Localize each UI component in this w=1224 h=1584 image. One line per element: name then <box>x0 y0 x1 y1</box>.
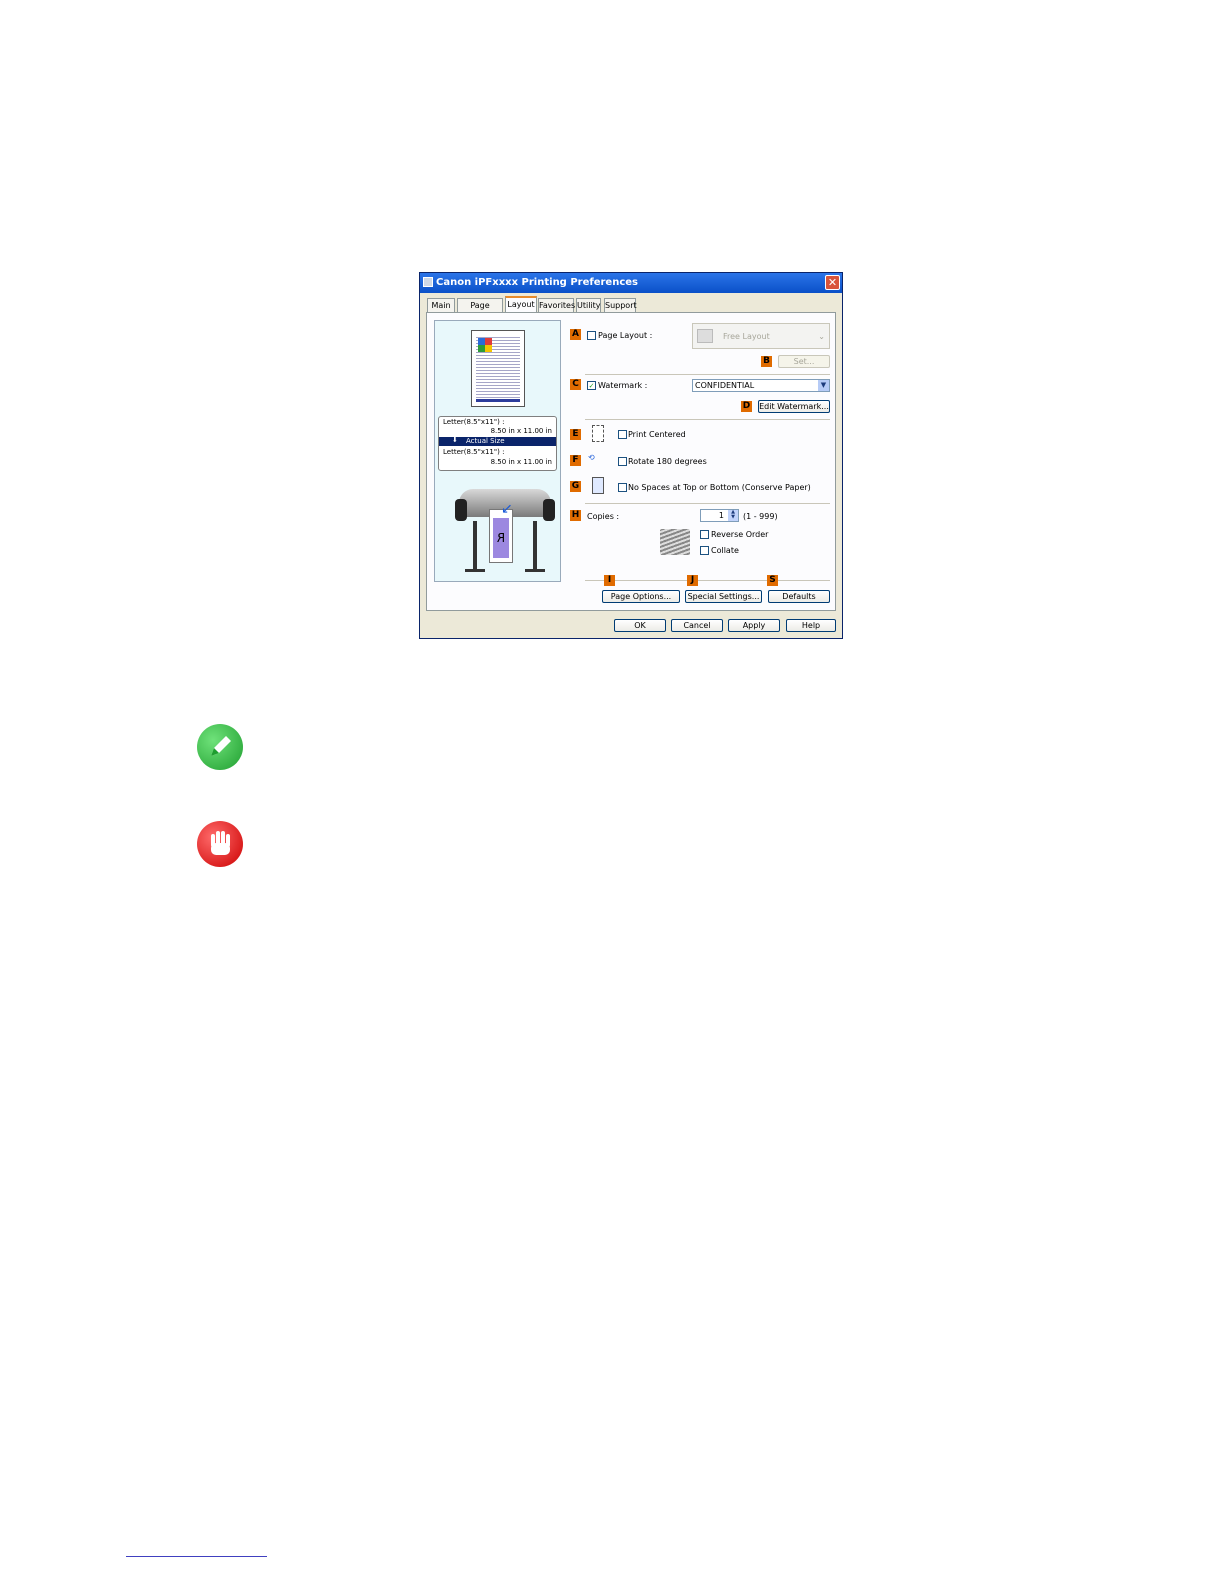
stacked-pages-icon <box>660 529 690 555</box>
marker-e: E <box>570 429 581 440</box>
tab-support[interactable]: Support <box>604 298 637 312</box>
print-centered-icon <box>592 425 604 442</box>
printer-foot-left <box>465 569 485 572</box>
dialog-title: Canon iPFxxxx Printing Preferences <box>436 277 638 288</box>
layout-thumb-icon <box>697 329 713 343</box>
printer-icon <box>423 277 433 287</box>
printer-left-end <box>455 499 467 521</box>
reverse-order-label: Reverse Order <box>711 530 769 539</box>
hand-glyph <box>211 831 230 855</box>
image-placeholder-icon <box>478 338 492 352</box>
cancel-button[interactable]: Cancel <box>671 619 723 632</box>
page-thumbnail <box>471 330 525 407</box>
separator <box>585 503 830 504</box>
marker-f: F <box>570 455 581 466</box>
edit-watermark-button[interactable]: Edit Watermark... <box>758 400 830 413</box>
separator <box>585 580 830 581</box>
scaling-bar: ⬇ Actual Size <box>439 436 556 446</box>
watermark-value: CONFIDENTIAL <box>695 381 755 390</box>
marker-a: A <box>570 329 581 340</box>
defaults-button[interactable]: Defaults <box>768 590 830 603</box>
help-button[interactable]: Help <box>786 619 836 632</box>
tab-layout[interactable]: Layout <box>505 296 537 313</box>
page-layout-select[interactable]: Free Layout ⌄ <box>692 323 830 349</box>
marker-d: D <box>741 401 752 412</box>
marker-b: B <box>761 356 772 367</box>
collate-checkbox[interactable] <box>700 546 709 555</box>
original-dims: 8.50 in x 11.00 in <box>490 427 552 435</box>
size-info-box: Letter(8.5"x11") : 8.50 in x 11.00 in ⬇ … <box>438 416 557 471</box>
collate-label: Collate <box>711 546 739 555</box>
printer-illustration: R ↙ <box>453 481 555 581</box>
copies-spinner[interactable]: 1 ▲ ▼ <box>700 509 739 522</box>
ok-button[interactable]: OK <box>614 619 666 632</box>
apply-button[interactable]: Apply <box>728 619 780 632</box>
marker-i: I <box>604 575 615 586</box>
page-layout-value: Free Layout <box>723 332 770 341</box>
tab-page-setup[interactable]: Page Setup <box>457 298 503 323</box>
set-button[interactable]: Set... <box>778 355 830 368</box>
chevron-down-icon: ▼ <box>818 380 829 391</box>
printer-leg-right <box>533 521 537 571</box>
rotate-icon: ⟲ <box>588 453 595 462</box>
copies-range: (1 - 999) <box>743 512 778 521</box>
print-centered-checkbox[interactable] <box>618 430 627 439</box>
separator <box>585 374 830 375</box>
original-size-label: Letter(8.5"x11") : <box>443 418 505 426</box>
reverse-order-checkbox[interactable] <box>700 530 709 539</box>
no-spaces-label: No Spaces at Top or Bottom (Conserve Pap… <box>628 483 811 492</box>
rotate-label: Rotate 180 degrees <box>628 457 707 466</box>
marker-g: G <box>570 481 581 492</box>
no-spaces-checkbox[interactable] <box>618 483 627 492</box>
marker-s: S <box>767 575 778 586</box>
footer-link[interactable] <box>126 1556 267 1557</box>
watermark-label: Watermark : <box>598 381 648 390</box>
paper-output: R <box>489 509 513 563</box>
tab-utility[interactable]: Utility <box>576 298 601 312</box>
output-size-label: Letter(8.5"x11") : <box>443 448 505 456</box>
printer-foot-right <box>525 569 545 572</box>
watermark-checkbox[interactable]: ✓ <box>587 381 596 390</box>
chevron-down-icon: ⌄ <box>818 332 825 341</box>
marker-j: J <box>687 575 698 586</box>
conserve-paper-icon <box>592 477 604 494</box>
printed-r-glyph: R <box>493 518 509 558</box>
watermark-select[interactable]: CONFIDENTIAL ▼ <box>692 379 830 392</box>
page-options-button[interactable]: Page Options... <box>602 590 680 603</box>
close-button[interactable]: ✕ <box>825 275 840 290</box>
arrow-icon: ↙ <box>501 501 513 517</box>
tab-main[interactable]: Main <box>427 298 455 312</box>
stop-hand-icon <box>197 821 243 867</box>
printing-preferences-dialog: Canon iPFxxxx Printing Preferences ✕ Mai… <box>419 272 843 639</box>
printer-right-end <box>543 499 555 521</box>
special-settings-button[interactable]: Special Settings... <box>685 590 762 603</box>
down-arrow-icon: ⬇ <box>452 436 458 444</box>
print-preview: Letter(8.5"x11") : 8.50 in x 11.00 in ⬇ … <box>434 320 561 582</box>
page-footer-bar <box>476 399 520 402</box>
pencil-icon <box>197 724 243 770</box>
page-layout-checkbox[interactable] <box>587 331 596 340</box>
title-bar[interactable]: Canon iPFxxxx Printing Preferences ✕ <box>420 273 842 293</box>
pencil-glyph <box>211 736 231 756</box>
tab-favorites[interactable]: Favorites <box>538 298 575 312</box>
copies-label: Copies : <box>587 512 620 521</box>
rotate-checkbox[interactable] <box>618 457 627 466</box>
print-centered-label: Print Centered <box>628 430 686 439</box>
marker-c: C <box>570 379 581 390</box>
printer-leg-left <box>473 521 477 571</box>
separator <box>585 419 830 420</box>
scaling-label: Actual Size <box>466 437 505 445</box>
output-dims: 8.50 in x 11.00 in <box>490 458 552 466</box>
page-layout-label: Page Layout : <box>598 331 653 340</box>
copies-value: 1 <box>718 511 724 520</box>
spin-arrows-icon[interactable]: ▲ ▼ <box>728 510 738 521</box>
marker-h: H <box>570 510 581 521</box>
